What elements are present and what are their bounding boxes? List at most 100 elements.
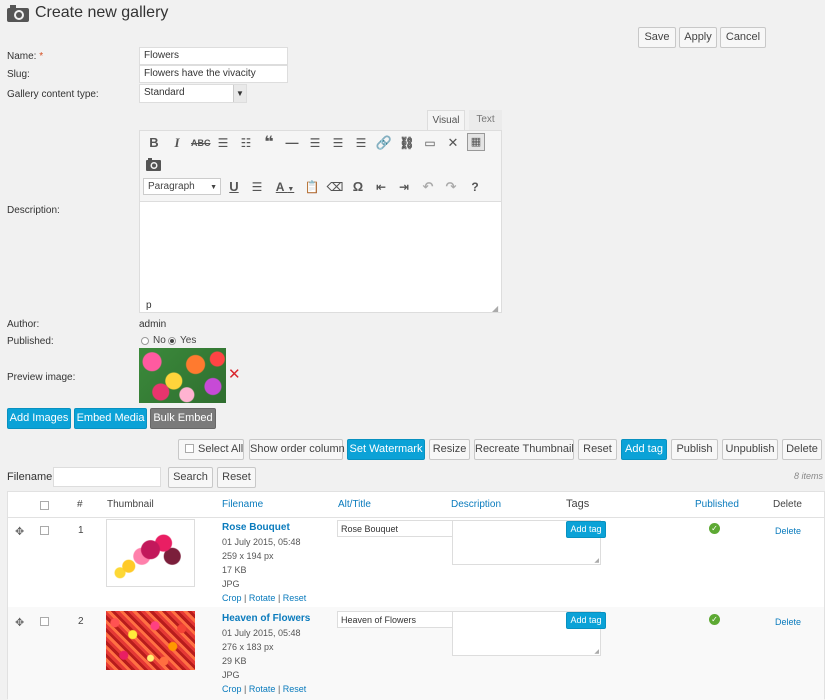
row-thumbnail[interactable]: [106, 611, 195, 670]
outdent-icon[interactable]: ⇤: [372, 178, 390, 196]
cancel-button[interactable]: Cancel: [720, 27, 766, 48]
align-right-icon[interactable]: ☰: [352, 134, 370, 152]
redo-icon[interactable]: ↷: [442, 178, 460, 196]
row-checkbox[interactable]: [40, 617, 49, 626]
published-check-icon[interactable]: ✓: [709, 614, 720, 625]
table-row: ✥ 1 Rose Bouquet 01 July 2015, 05:48 259…: [8, 517, 824, 607]
set-watermark-button[interactable]: Set Watermark: [347, 439, 425, 460]
numbered-list-icon[interactable]: ☷: [237, 134, 255, 152]
rotate-link[interactable]: Rotate: [249, 684, 276, 694]
unlink-icon[interactable]: ⛓: [398, 134, 416, 152]
col-tags: Tags: [566, 498, 590, 510]
justify-icon[interactable]: ☰: [248, 178, 266, 196]
show-order-button[interactable]: Show order column: [249, 439, 345, 460]
editor-content-area[interactable]: [140, 201, 501, 298]
editor-resize-handle[interactable]: ◢: [492, 304, 498, 313]
link-icon[interactable]: 🔗: [375, 134, 393, 152]
row-filename[interactable]: Rose Bouquet: [222, 522, 290, 533]
search-button[interactable]: Search: [168, 467, 213, 488]
author-label: Author:: [7, 319, 40, 330]
alt-title-input[interactable]: Rose Bouquet: [337, 520, 458, 537]
drag-handle-icon[interactable]: ✥: [15, 525, 24, 538]
col-alt-title[interactable]: Alt/Title: [338, 499, 371, 510]
alt-title-input[interactable]: Heaven of Flowers: [337, 611, 458, 628]
align-left-icon[interactable]: ☰: [306, 134, 324, 152]
crop-link[interactable]: Crop: [222, 593, 242, 603]
resize-button[interactable]: Resize: [429, 439, 470, 460]
preview-image-label: Preview image:: [7, 372, 76, 383]
publish-button[interactable]: Publish: [671, 439, 718, 460]
save-button[interactable]: Save: [638, 27, 676, 48]
text-color-icon[interactable]: A ▼: [271, 178, 299, 196]
paste-text-icon[interactable]: 📋: [303, 178, 321, 196]
delete-button[interactable]: Delete: [782, 439, 822, 460]
add-tag-button[interactable]: Add tag: [621, 439, 667, 460]
published-label: Published:: [7, 336, 54, 347]
fullscreen-icon[interactable]: ✕: [444, 134, 462, 152]
add-media-camera-icon[interactable]: [146, 158, 161, 171]
item-count: 8 items: [793, 471, 823, 481]
read-more-icon[interactable]: ▭: [421, 134, 439, 152]
remove-preview-icon[interactable]: ✕: [228, 367, 241, 382]
row-dimensions: 259 x 194 px: [222, 551, 274, 561]
bulk-embed-button[interactable]: Bulk Embed: [150, 408, 216, 429]
unpublish-button[interactable]: Unpublish: [722, 439, 778, 460]
strikethrough-icon[interactable]: ABC: [191, 134, 211, 152]
col-delete: Delete: [773, 499, 802, 510]
reset-button[interactable]: Reset: [578, 439, 617, 460]
add-images-button[interactable]: Add Images: [7, 408, 71, 429]
special-character-icon[interactable]: Ω: [349, 178, 367, 196]
undo-icon[interactable]: ↶: [419, 178, 437, 196]
format-select[interactable]: Paragraph ▼: [143, 178, 221, 195]
slug-input[interactable]: Flowers have the vivacity: [139, 65, 288, 83]
separator: |: [277, 684, 281, 694]
col-filename[interactable]: Filename: [222, 499, 263, 510]
row-filesize: 29 KB: [222, 656, 247, 666]
col-thumbnail: Thumbnail: [107, 499, 154, 510]
recreate-thumbnail-button[interactable]: Recreate Thumbnail: [474, 439, 574, 460]
published-yes-label: Yes: [180, 335, 197, 346]
reset-link[interactable]: Reset: [283, 684, 307, 694]
horizontal-rule-icon[interactable]: —: [283, 134, 301, 152]
blockquote-icon[interactable]: ❝: [260, 134, 278, 152]
reset-link[interactable]: Reset: [283, 593, 307, 603]
row-format: JPG: [222, 670, 240, 680]
filename-filter-input[interactable]: [53, 467, 161, 487]
row-thumbnail[interactable]: [106, 519, 195, 587]
indent-icon[interactable]: ⇥: [395, 178, 413, 196]
row-dimensions: 276 x 183 px: [222, 642, 274, 652]
apply-button[interactable]: Apply: [679, 27, 717, 48]
row-date: 01 July 2015, 05:48: [222, 628, 301, 638]
underline-icon[interactable]: U: [225, 178, 243, 196]
bold-icon[interactable]: B: [145, 134, 163, 152]
row-filename[interactable]: Heaven of Flowers: [222, 613, 310, 624]
crop-link[interactable]: Crop: [222, 684, 242, 694]
editor-tab-visual[interactable]: Visual: [427, 110, 465, 130]
row-delete-link[interactable]: Delete: [775, 617, 801, 627]
content-type-select[interactable]: Standard ▼: [139, 84, 247, 103]
row-add-tag-button[interactable]: Add tag: [566, 521, 606, 538]
filter-reset-button[interactable]: Reset: [217, 467, 256, 488]
row-add-tag-button[interactable]: Add tag: [566, 612, 606, 629]
align-center-icon[interactable]: ☰: [329, 134, 347, 152]
drag-handle-icon[interactable]: ✥: [15, 616, 24, 629]
row-checkbox[interactable]: [40, 526, 49, 535]
row-delete-link[interactable]: Delete: [775, 526, 801, 536]
separator: |: [244, 593, 247, 603]
embed-media-button[interactable]: Embed Media: [74, 408, 147, 429]
editor-tab-text[interactable]: Text: [469, 110, 502, 130]
col-description[interactable]: Description: [451, 499, 501, 510]
col-published[interactable]: Published: [695, 499, 739, 510]
clear-formatting-icon[interactable]: ⌫: [326, 178, 344, 196]
name-input[interactable]: Flowers: [139, 47, 288, 65]
toolbar-toggle-icon[interactable]: ▦: [467, 133, 485, 151]
published-yes-radio[interactable]: [168, 337, 176, 345]
published-no-radio[interactable]: [141, 337, 149, 345]
header-checkbox[interactable]: [40, 501, 49, 510]
help-icon[interactable]: ?: [466, 178, 484, 196]
rotate-link[interactable]: Rotate: [249, 593, 276, 603]
bullet-list-icon[interactable]: ☰: [214, 134, 232, 152]
published-check-icon[interactable]: ✓: [709, 523, 720, 534]
select-all-button[interactable]: Select All: [178, 439, 244, 460]
italic-icon[interactable]: I: [168, 134, 186, 152]
